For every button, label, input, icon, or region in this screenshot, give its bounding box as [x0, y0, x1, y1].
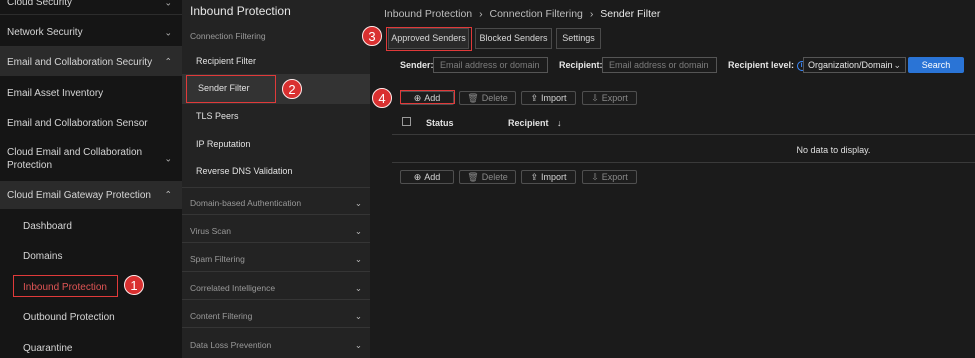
chevron-down-icon: ⌄ — [354, 311, 362, 321]
recipient-input[interactable] — [602, 57, 717, 73]
breadcrumb-inbound-protection[interactable]: Inbound Protection — [384, 8, 472, 20]
callout-badge-4: 4 — [372, 88, 392, 108]
chevron-down-icon: ⌄ — [354, 283, 362, 293]
delete-button[interactable]: 🗑 Delete — [459, 91, 516, 105]
trash-icon: 🗑 — [467, 93, 479, 103]
sidebar-item-domains[interactable]: Domains — [0, 250, 182, 263]
sidebar-item-cloud-email-collab-protection[interactable]: Cloud Email and Collaboration Protection… — [0, 146, 182, 172]
accordion-virus-scan[interactable]: Virus Scan ⌄ — [190, 226, 362, 236]
recipient-level-select[interactable]: Organization/Domain ⌄ — [803, 57, 906, 73]
subnav-item-reverse-dns-validation[interactable]: Reverse DNS Validation — [196, 166, 292, 176]
sidebar-item-quarantine[interactable]: Quarantine — [0, 342, 182, 355]
sidebar-item-network-security[interactable]: Network Security ⌄ — [0, 26, 182, 39]
subnav-item-recipient-filter[interactable]: Recipient Filter — [196, 56, 256, 66]
column-status[interactable]: Status — [426, 118, 454, 128]
chevron-up-icon: ⌃ — [164, 189, 172, 200]
highlight-add-button — [400, 90, 455, 104]
download-icon: ⇩ — [591, 172, 599, 182]
breadcrumb-current: Sender Filter — [600, 8, 661, 20]
tab-settings[interactable]: Settings — [556, 28, 601, 49]
chevron-down-icon: ⌄ — [164, 0, 172, 7]
callout-badge-1: 1 — [124, 275, 144, 295]
download-icon: ⇩ — [591, 93, 599, 103]
chevron-down-icon: ⌄ — [164, 153, 172, 164]
chevron-up-icon: ⌃ — [164, 56, 172, 66]
export-button[interactable]: ⇩ Export — [582, 91, 637, 105]
search-button[interactable]: Search — [908, 57, 964, 73]
accordion-spam-filtering[interactable]: Spam Filtering ⌄ — [190, 254, 362, 264]
highlight-inbound-protection — [13, 275, 118, 297]
subnav-title: Inbound Protection — [190, 4, 291, 18]
breadcrumb-connection-filtering[interactable]: Connection Filtering — [490, 8, 583, 20]
sender-input[interactable] — [433, 57, 548, 73]
sidebar-item-outbound-protection[interactable]: Outbound Protection — [0, 311, 182, 324]
chevron-down-icon: ⌄ — [893, 60, 901, 70]
callout-badge-2: 2 — [282, 79, 302, 99]
subnav-item-ip-reputation[interactable]: IP Reputation — [196, 139, 250, 149]
empty-state: No data to display. — [796, 145, 871, 155]
subnav-section-label: Connection Filtering — [190, 31, 266, 41]
table-divider — [392, 162, 975, 163]
chevron-down-icon: ⌄ — [354, 254, 362, 264]
sidebar-item-email-collaboration-security[interactable]: Email and Collaboration Security ⌃ — [0, 47, 182, 76]
breadcrumb: Inbound Protection › Connection Filterin… — [384, 8, 660, 20]
trash-icon: 🗑 — [467, 172, 479, 182]
import-button[interactable]: ⇪ Import — [521, 91, 576, 105]
breadcrumb-separator-icon: › — [589, 8, 594, 20]
delete-button-bottom[interactable]: 🗑 Delete — [459, 170, 516, 184]
sidebar-item-cloud-email-gateway-protection[interactable]: Cloud Email Gateway Protection ⌃ — [0, 181, 182, 209]
export-button-bottom[interactable]: ⇩ Export — [582, 170, 637, 184]
sidebar-item-email-asset-inventory[interactable]: Email Asset Inventory — [0, 87, 182, 100]
accordion-content-filtering[interactable]: Content Filtering ⌄ — [190, 311, 362, 321]
import-button-bottom[interactable]: ⇪ Import — [521, 170, 576, 184]
sender-label: Sender: — [400, 60, 434, 70]
chevron-down-icon: ⌄ — [164, 27, 172, 37]
upload-icon: ⇪ — [530, 172, 539, 182]
recipient-level-label: Recipient level: i — [728, 57, 807, 73]
accordion-correlated-intelligence[interactable]: Correlated Intelligence ⌄ — [190, 283, 362, 293]
highlight-sender-filter — [186, 75, 276, 103]
add-button-bottom[interactable]: ⊕ Add — [400, 170, 454, 184]
main-panel: Inbound Protection › Connection Filterin… — [370, 0, 975, 358]
column-recipient[interactable]: Recipient ↓ — [508, 118, 562, 128]
select-all-checkbox[interactable] — [402, 117, 411, 126]
recipient-label: Recipient: — [559, 60, 603, 70]
table-header — [392, 113, 975, 135]
subnav-item-tls-peers[interactable]: TLS Peers — [196, 111, 239, 121]
tab-blocked-senders[interactable]: Blocked Senders — [475, 28, 552, 49]
sort-arrow-icon: ↓ — [557, 118, 562, 128]
chevron-down-icon: ⌄ — [354, 226, 362, 236]
sidebar-item-email-collaboration-sensor[interactable]: Email and Collaboration Sensor — [0, 117, 182, 130]
callout-badge-3: 3 — [362, 26, 382, 46]
inbound-protection-subnav: Inbound Protection Connection Filtering … — [182, 0, 370, 358]
sidebar-item-dashboard[interactable]: Dashboard — [0, 220, 182, 233]
plus-circle-icon: ⊕ — [413, 172, 422, 182]
main-sidebar: Cloud Security ⌄ Network Security ⌄ Emai… — [0, 0, 182, 358]
sidebar-item-cloud-security[interactable]: Cloud Security ⌄ — [0, 0, 182, 9]
chevron-down-icon: ⌄ — [354, 198, 362, 208]
breadcrumb-separator-icon: › — [479, 8, 483, 20]
accordion-data-loss-prevention[interactable]: Data Loss Prevention ⌄ — [190, 340, 362, 350]
chevron-down-icon: ⌄ — [354, 340, 362, 350]
highlight-approved-senders-tab — [386, 27, 472, 51]
upload-icon: ⇪ — [530, 93, 539, 103]
accordion-domain-auth[interactable]: Domain-based Authentication ⌄ — [190, 198, 362, 208]
